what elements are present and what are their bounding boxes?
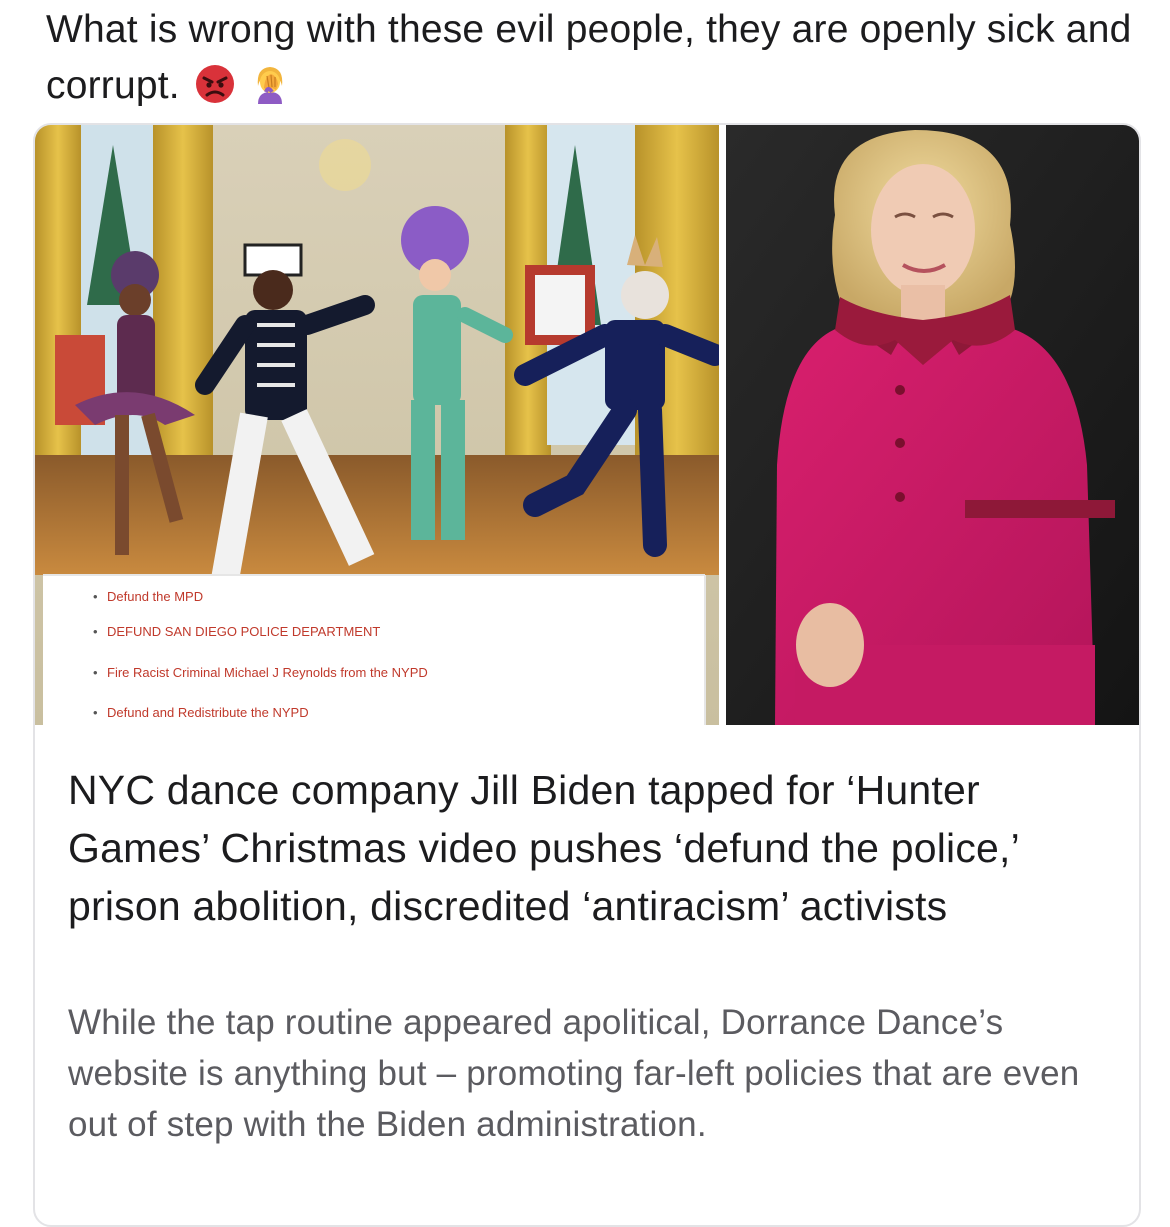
list-item: Defund the MPD	[107, 589, 203, 604]
list-item: Fire Racist Criminal Michael J Reynolds …	[107, 665, 428, 680]
angry-face-icon	[195, 65, 234, 103]
article-description: While the tap routine appeared apolitica…	[68, 1003, 1080, 1144]
article-title[interactable]: NYC dance company Jill Biden tapped for …	[68, 761, 1118, 935]
list-item: DEFUND SAN DIEGO POLICE DEPARTMENT	[107, 624, 380, 639]
article-image-graphic: • Defund the MPD • DEFUND SAN DIEGO POLI…	[35, 125, 1139, 725]
svg-text:•: •	[93, 624, 98, 639]
woman-facepalming-icon	[257, 67, 283, 104]
portrait-photo	[726, 125, 1139, 725]
post-text: What is wrong with these evil people, th…	[46, 2, 1136, 114]
svg-text:•: •	[93, 705, 98, 720]
list-item: Defund and Redistribute the NYPD	[107, 705, 309, 720]
svg-text:•: •	[93, 589, 98, 604]
svg-text:•: •	[93, 665, 98, 680]
link-preview-card[interactable]: • Defund the MPD • DEFUND SAN DIEGO POLI…	[33, 123, 1141, 1227]
article-image: • Defund the MPD • DEFUND SAN DIEGO POLI…	[35, 125, 1139, 725]
